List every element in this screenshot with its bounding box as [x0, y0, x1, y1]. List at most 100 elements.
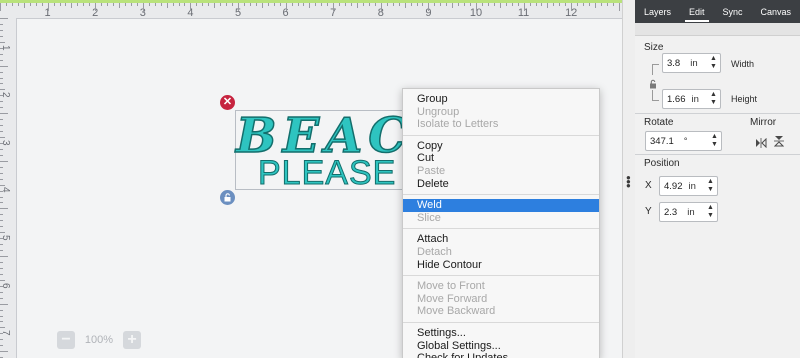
ruler-tick: [547, 3, 549, 8]
ruler-tick: [351, 3, 353, 6]
menu-separator: [403, 228, 599, 230]
ruler-tick: [160, 3, 162, 6]
ruler-tick: [214, 3, 216, 8]
mirror-vertical-icon[interactable]: [773, 134, 785, 152]
size-lock-bracket-top: [652, 64, 659, 75]
ruler-tick: [0, 77, 3, 79]
panel-tabs: Layers Edit Sync Canvas: [635, 0, 800, 23]
ruler-tick: [571, 3, 573, 11]
menu-item-weld[interactable]: Weld: [403, 199, 599, 212]
ruler-tick: [0, 303, 8, 305]
ruler-tick: [0, 89, 5, 91]
menu-item-global-settings[interactable]: Global Settings...: [403, 340, 599, 353]
menu-item-check-for-updates[interactable]: Check for Updates...: [403, 352, 599, 358]
zoom-out-button[interactable]: −: [57, 331, 75, 349]
design-canvas[interactable]: 1 2 3 4 5 6 7 8 9 10 11 12 1234567 BEACH PLEASE ✕ −…: [0, 0, 622, 358]
ruler-tick: [220, 3, 222, 6]
ruler-tick: [416, 3, 418, 6]
ruler-tick: [0, 250, 3, 252]
panel-splitter[interactable]: ● ● ●: [622, 0, 636, 358]
width-field[interactable]: 3.8 in ▲ ▼: [662, 53, 721, 73]
ruler-tick: [0, 208, 8, 210]
ruler-tick: [0, 178, 3, 180]
ruler-tick: [380, 3, 382, 11]
ruler-tick: [523, 3, 525, 11]
ruler-tick: [0, 113, 8, 115]
ruler-tick: [291, 3, 293, 6]
menu-item-settings[interactable]: Settings...: [403, 327, 599, 340]
height-stepper-icon[interactable]: ▲ ▼: [710, 91, 717, 107]
drag-handle-icon[interactable]: ● ● ●: [626, 174, 631, 190]
menu-item-attach[interactable]: Attach: [403, 233, 599, 246]
ruler-tick: [327, 3, 329, 6]
rotate-stepper-icon[interactable]: ▲ ▼: [711, 133, 718, 149]
menu-item-copy[interactable]: Copy: [403, 140, 599, 153]
tab-canvas[interactable]: Canvas: [758, 2, 793, 22]
tab-edit[interactable]: Edit: [685, 2, 708, 22]
ruler-tick: [119, 3, 120, 8]
ruler-tick: [0, 172, 3, 174]
rotate-value: 347.1: [650, 135, 674, 147]
menu-item-slice: Slice: [417, 211, 441, 224]
menu-item-detach: Detach: [417, 245, 452, 258]
ruler-tick: [529, 3, 531, 6]
ruler-tick: [618, 3, 620, 11]
ruler-tick: [0, 279, 5, 281]
tab-layers[interactable]: Layers: [642, 2, 673, 22]
zoom-in-button[interactable]: +: [123, 331, 141, 349]
ruler-tick: [595, 3, 596, 8]
menu-item-hide-contour[interactable]: Hide Contour: [403, 259, 599, 272]
ruler-tick: [285, 3, 287, 11]
tab-sync[interactable]: Sync: [720, 2, 744, 22]
ruler-tick: [452, 3, 454, 8]
ruler-tick: [565, 3, 567, 6]
ruler-tick: [77, 3, 79, 6]
ruler-tick: [196, 3, 198, 6]
zoom-controls: − 100% +: [57, 330, 141, 350]
ruler-tick: [0, 190, 3, 192]
ruler-tick: [226, 3, 228, 6]
rotate-field[interactable]: 347.1 ° ▲ ▼: [645, 131, 722, 151]
ruler-tick: [142, 3, 144, 11]
menu-item-move-backward: Move Backward: [417, 305, 496, 318]
width-stepper-icon[interactable]: ▲ ▼: [710, 55, 717, 71]
size-title: Size: [644, 42, 664, 53]
zoom-level: 100%: [84, 334, 114, 346]
position-x-stepper-icon[interactable]: ▲ ▼: [707, 178, 714, 194]
ruler-tick: [101, 3, 103, 6]
ruler-tick: [35, 3, 37, 6]
ruler-tick: [107, 3, 109, 6]
ruler-tick: [136, 3, 138, 6]
ruler-tick: [470, 3, 472, 6]
ruler-tick: [606, 3, 608, 6]
ruler-tick: [0, 119, 3, 121]
ruler-tick: [41, 3, 43, 6]
design-text-please[interactable]: PLEASE: [257, 154, 396, 193]
height-label: Height: [731, 94, 758, 104]
ruler-tick: [53, 3, 55, 6]
divider: [635, 154, 800, 155]
menu-item-group[interactable]: Group: [403, 93, 599, 106]
ruler-tick: [0, 3, 1, 11]
menu-item-delete[interactable]: Delete: [403, 178, 599, 191]
ruler-tick: [0, 226, 3, 228]
ruler-tick: [65, 3, 67, 6]
ruler-tick: [238, 3, 239, 11]
position-x-field[interactable]: 4.92 in ▲ ▼: [659, 176, 718, 196]
ruler-tick: [71, 3, 73, 8]
ruler-tick: [410, 3, 412, 6]
mirror-horizontal-icon[interactable]: [755, 135, 767, 153]
ruler-tick: [0, 256, 8, 257]
position-y-field[interactable]: 2.3 in ▲ ▼: [659, 202, 718, 222]
menu-item-cut[interactable]: Cut: [403, 152, 599, 165]
delete-handle-icon[interactable]: ✕: [220, 95, 235, 110]
ruler-tick: [166, 3, 168, 8]
ruler-tick: [0, 244, 3, 246]
lock-handle-icon[interactable]: [220, 190, 235, 205]
position-y-stepper-icon[interactable]: ▲ ▼: [707, 204, 714, 220]
height-field[interactable]: 1.66 in ▲ ▼: [662, 89, 721, 109]
x-axis-label: X: [645, 180, 652, 191]
top-ruler: 1 2 3 4 5 6 7 8 9 10 11 12: [0, 0, 622, 19]
ruler-tick: [0, 339, 3, 341]
ruler-tick: [553, 3, 555, 6]
